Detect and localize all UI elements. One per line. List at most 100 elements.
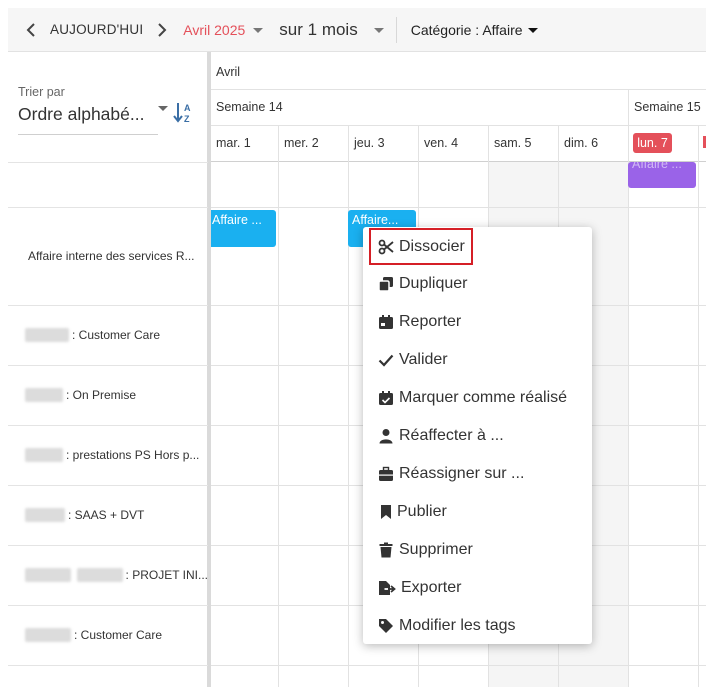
today-day-badge: lun. 7 (633, 133, 672, 153)
month-selector[interactable]: Avril 2025 (183, 21, 264, 38)
redacted-text (76, 568, 123, 582)
event-label: Affaire... (352, 213, 399, 227)
sort-value: Ordre alphabé... (18, 104, 145, 124)
redacted-text (25, 388, 63, 402)
user-icon (379, 429, 393, 444)
resource-row[interactable]: Affaire interne des services R... (8, 207, 208, 305)
toolbar: AUJOURD'HUI Avril 2025 sur 1 mois Catégo… (8, 8, 706, 52)
copy-icon (378, 277, 393, 292)
next-arrow-icon[interactable] (149, 17, 175, 43)
resource-row[interactable]: : Customer Care (8, 605, 208, 665)
redacted-text (25, 628, 71, 642)
menu-item-label: Modifier les tags (399, 617, 516, 634)
export-file-icon (379, 581, 396, 595)
month-label: Avril 2025 (183, 21, 246, 38)
redacted-text (25, 328, 69, 342)
menu-item-publier[interactable]: Publier (363, 493, 592, 531)
toolbar-divider (395, 16, 397, 43)
redacted-text (25, 508, 65, 522)
event-label: Affaire ... (632, 162, 682, 171)
day-column-line (698, 125, 699, 687)
menu-item-label: Réassigner sur ... (399, 465, 525, 482)
resource-row[interactable]: : SAAS + DVT (8, 485, 208, 545)
resource-row-label: Affaire interne des services R... (28, 249, 195, 263)
svg-text:Z: Z (184, 114, 190, 124)
menu-item-dupliquer[interactable]: Dupliquer (363, 265, 592, 303)
resource-row-label: : prestations PS Hors p... (66, 448, 200, 462)
resource-row-label: : PROJET INI... (125, 568, 208, 582)
scissors-icon (378, 239, 394, 254)
header-divider (211, 125, 706, 126)
chevron-down-icon (253, 28, 264, 34)
category-selector[interactable]: Catégorie : Affaire (411, 22, 538, 38)
resource-row[interactable]: : prestations PS Hors p... (8, 425, 208, 485)
menu-item-label: Marquer comme réalisé (399, 389, 568, 406)
menu-item-valider[interactable]: Valider (363, 341, 592, 379)
resource-row[interactable]: : PROJET INI... (8, 545, 208, 605)
menu-item-label: Publier (397, 503, 447, 520)
calendar-icon (379, 315, 393, 329)
month-header: Avril (216, 65, 241, 79)
sort-select[interactable]: Ordre alphabé... (18, 104, 168, 135)
week-header: Semaine 14 (216, 100, 283, 114)
week-divider (628, 89, 629, 125)
day-header: mer. 2 (284, 136, 319, 150)
resource-row[interactable]: : Customer Care (8, 305, 208, 365)
menu-item-label: Dupliquer (399, 275, 468, 292)
menu-item-reassigner[interactable]: Réassigner sur ... (363, 455, 592, 493)
category-label: Catégorie : Affaire (410, 21, 523, 38)
header-divider (211, 89, 706, 90)
today-button[interactable]: AUJOURD'HUI (50, 22, 143, 37)
duration-selector[interactable]: sur 1 mois (279, 19, 384, 40)
briefcase-icon (379, 466, 393, 481)
resource-row-label: : On Premise (66, 388, 137, 402)
menu-item-label: Exporter (401, 579, 462, 596)
sort-label: Trier par (18, 85, 65, 99)
day-header: mar. 1 (216, 136, 251, 150)
menu-item-label: Valider (399, 351, 448, 368)
menu-item-supprimer[interactable]: Supprimer (363, 531, 592, 569)
menu-item-marquer-realise[interactable]: Marquer comme réalisé (363, 379, 592, 417)
menu-item-label: Dissocier (399, 237, 465, 255)
menu-item-label: Réaffecter à ... (399, 427, 504, 444)
menu-item-label: Supprimer (399, 541, 473, 558)
redacted-text (25, 568, 71, 582)
sort-az-icon[interactable]: A Z (172, 100, 198, 126)
redacted-text (25, 448, 63, 462)
day-header: dim. 6 (564, 136, 599, 150)
resource-row-label: : SAAS + DVT (68, 508, 145, 522)
menu-item-exporter[interactable]: Exporter (363, 569, 592, 607)
menu-item-reaffecter[interactable]: Réaffecter à ... (363, 417, 592, 455)
day-header: ven. 4 (424, 136, 459, 150)
previous-arrow-icon[interactable] (18, 17, 44, 43)
context-menu: Dissocier Dupliquer Reporter Valider Mar… (363, 227, 592, 644)
day-column-line (628, 125, 629, 687)
row-separator (8, 162, 208, 163)
row-line (211, 207, 706, 208)
duration-label: sur 1 mois (279, 19, 358, 39)
day-column-line (278, 125, 279, 687)
resource-row-label: : Customer Care (72, 328, 161, 342)
day-header: sam. 5 (494, 136, 532, 150)
svg-text:A: A (184, 103, 191, 113)
row-line (211, 665, 706, 666)
chevron-down-icon (158, 106, 168, 111)
menu-item-dissocier[interactable]: Dissocier (369, 228, 473, 265)
resource-row-label: : Customer Care (74, 628, 163, 642)
menu-item-modifier-tags[interactable]: Modifier les tags (363, 607, 592, 645)
bookmark-icon (381, 505, 391, 519)
calendar-check-icon (379, 391, 393, 405)
event-label: Affaire ... (212, 213, 262, 227)
resource-row[interactable]: : On Premise (8, 365, 208, 425)
event-block[interactable]: Affaire ... (628, 162, 696, 188)
chevron-down-icon (373, 27, 384, 33)
menu-item-label: Reporter (399, 313, 462, 330)
week-header: Semaine 15 (634, 100, 701, 114)
check-icon (378, 354, 394, 367)
caret-down-icon (527, 28, 538, 34)
event-block[interactable]: Affaire ... (211, 210, 276, 247)
row-separator (8, 665, 208, 666)
trash-icon (379, 542, 393, 558)
day-header: jeu. 3 (354, 136, 385, 150)
menu-item-reporter[interactable]: Reporter (363, 303, 592, 341)
